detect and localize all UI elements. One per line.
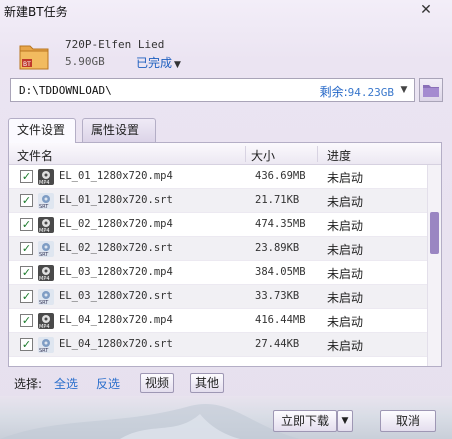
svg-text:SRT: SRT — [39, 252, 49, 258]
file-progress: 未启动 — [327, 171, 364, 185]
file-progress: 未启动 — [327, 339, 364, 353]
srt-file-icon: SRT — [38, 241, 54, 258]
file-name: EL_04_1280x720.srt — [59, 338, 173, 350]
mp4-file-icon: MP4 — [38, 313, 54, 330]
svg-text:SRT: SRT — [39, 300, 49, 306]
file-progress: 未启动 — [327, 267, 364, 281]
browse-folder-button[interactable] — [419, 78, 443, 102]
save-path-value: D:\TDDOWNLOAD\ — [19, 84, 112, 97]
svg-text:MP4: MP4 — [39, 228, 50, 234]
file-size: 416.44MB — [255, 314, 306, 326]
file-size: 474.35MB — [255, 218, 306, 230]
srt-file-icon: SRT — [38, 337, 54, 354]
mp4-file-icon: MP4 — [38, 217, 54, 234]
file-name: EL_03_1280x720.srt — [59, 290, 173, 302]
svg-text:SRT: SRT — [39, 204, 49, 210]
task-size: 5.90GB — [65, 55, 105, 68]
file-size: 23.89KB — [255, 242, 300, 254]
file-name: EL_02_1280x720.srt — [59, 242, 173, 254]
new-bt-task-dialog: 新建BT任务 ✕ BT 720P-Elfen Lied 5.90GB 已完成 ▼ … — [0, 0, 452, 439]
file-row[interactable]: ✓ MP4 EL_04_1280x720.mp4 416.44MB 未启动 — [9, 309, 427, 333]
file-size: 21.71KB — [255, 194, 300, 206]
file-size: 33.73KB — [255, 290, 300, 302]
svg-text:MP4: MP4 — [39, 324, 50, 330]
download-options-dropdown[interactable]: ▼ — [337, 410, 353, 432]
vertical-scrollbar[interactable] — [427, 165, 441, 366]
file-progress: 未启动 — [327, 219, 364, 233]
file-checkbox[interactable]: ✓ — [20, 218, 33, 231]
task-status-dropdown[interactable]: 已完成 ▼ — [136, 54, 181, 71]
file-progress: 未启动 — [327, 315, 364, 329]
bt-file-icon: BT — [19, 45, 49, 70]
column-header-name[interactable]: 文件名 — [17, 147, 53, 164]
folder-icon — [423, 85, 439, 97]
file-progress: 未启动 — [327, 195, 364, 209]
chevron-down-icon: ▼ — [341, 416, 349, 426]
cancel-button[interactable]: 取消 — [380, 410, 436, 432]
mp4-file-icon: MP4 — [38, 265, 54, 282]
task-name: 720P-Elfen Lied — [65, 38, 165, 51]
srt-file-icon: SRT — [38, 289, 54, 306]
file-row[interactable]: ✓ MP4 EL_02_1280x720.mp4 474.35MB 未启动 — [9, 213, 427, 237]
free-space-value: 94.23GB — [347, 86, 394, 99]
file-name: EL_03_1280x720.mp4 — [59, 266, 173, 278]
file-checkbox[interactable]: ✓ — [20, 314, 33, 327]
mp4-file-icon: MP4 — [38, 169, 54, 186]
tab-file-settings-label: 文件设置 — [17, 123, 66, 137]
srt-file-icon: SRT — [38, 193, 54, 210]
file-checkbox[interactable]: ✓ — [20, 266, 33, 279]
close-icon[interactable]: ✕ — [418, 2, 434, 18]
file-checkbox[interactable]: ✓ — [20, 194, 33, 207]
tab-property-settings-label: 属性设置 — [91, 123, 140, 137]
file-row[interactable]: ✓ MP4 EL_03_1280x720.mp4 384.05MB 未启动 — [9, 261, 427, 285]
file-size: 384.05MB — [255, 266, 306, 278]
list-header: 文件名 大小 进度 — [9, 143, 441, 165]
file-name: EL_04_1280x720.mp4 — [59, 314, 173, 326]
select-other-button[interactable]: 其他 — [190, 373, 224, 393]
select-video-button[interactable]: 视频 — [140, 373, 174, 393]
file-progress: 未启动 — [327, 291, 364, 305]
file-row[interactable]: ✓ SRT EL_04_1280x720.srt 27.44KB 未启动 — [9, 333, 427, 357]
column-divider[interactable] — [317, 146, 318, 162]
chevron-down-icon: ▼ — [174, 60, 181, 70]
scrollbar-thumb[interactable] — [430, 212, 439, 254]
tab-file-settings[interactable]: 文件设置 — [8, 118, 76, 143]
file-checkbox[interactable]: ✓ — [20, 242, 33, 255]
free-space: 剩余:94.23GB — [320, 83, 394, 100]
file-size: 436.69MB — [255, 170, 306, 182]
task-status-label: 已完成 — [136, 56, 173, 70]
svg-text:SRT: SRT — [39, 348, 49, 354]
column-header-size[interactable]: 大小 — [251, 147, 275, 164]
file-row[interactable]: ✓ MP4 EL_01_1280x720.mp4 436.69MB 未启动 — [9, 165, 427, 189]
svg-text:BT: BT — [23, 61, 31, 68]
svg-text:MP4: MP4 — [39, 180, 50, 186]
svg-text:MP4: MP4 — [39, 276, 50, 282]
file-row[interactable]: ✓ SRT EL_01_1280x720.srt 21.71KB 未启动 — [9, 189, 427, 213]
file-checkbox[interactable]: ✓ — [20, 290, 33, 303]
file-checkbox[interactable]: ✓ — [20, 338, 33, 351]
column-header-progress[interactable]: 进度 — [327, 147, 351, 164]
file-row[interactable]: ✓ SRT EL_03_1280x720.srt 33.73KB 未启动 — [9, 285, 427, 309]
file-list-panel: 文件名 大小 进度 ✓ MP4 EL_01_1280x720.mp4 436.69MB… — [8, 142, 442, 367]
download-now-button[interactable]: 立即下载 — [273, 410, 337, 432]
select-all-link[interactable]: 全选 — [54, 375, 78, 392]
column-divider[interactable] — [245, 146, 246, 162]
tab-property-settings[interactable]: 属性设置 — [82, 118, 156, 142]
file-name: EL_02_1280x720.mp4 — [59, 218, 173, 230]
chevron-down-icon[interactable]: ▼ — [396, 79, 412, 101]
window-title: 新建BT任务 — [4, 5, 68, 19]
free-space-label: 剩余: — [319, 85, 348, 99]
title-bar: 新建BT任务 ✕ — [0, 0, 452, 22]
select-label: 选择: — [14, 377, 43, 391]
file-rows: ✓ MP4 EL_01_1280x720.mp4 436.69MB 未启动 ✓ SRT EL_… — [9, 165, 427, 366]
file-name: EL_01_1280x720.mp4 — [59, 170, 173, 182]
file-size: 27.44KB — [255, 338, 300, 350]
file-checkbox[interactable]: ✓ — [20, 170, 33, 183]
invert-selection-link[interactable]: 反选 — [96, 375, 120, 392]
save-path-field[interactable]: D:\TDDOWNLOAD\ 剩余:94.23GB ▼ — [10, 78, 415, 102]
file-row[interactable]: ✓ SRT EL_02_1280x720.srt 23.89KB 未启动 — [9, 237, 427, 261]
file-progress: 未启动 — [327, 243, 364, 257]
file-name: EL_01_1280x720.srt — [59, 194, 173, 206]
